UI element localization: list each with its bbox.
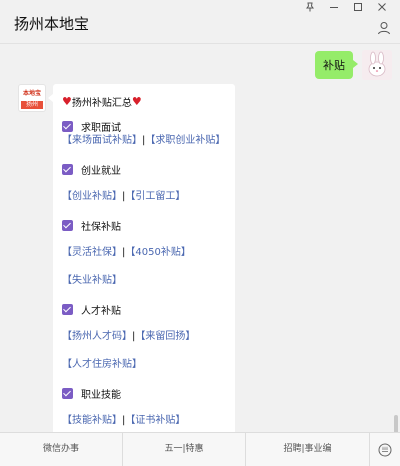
keyboard-icon[interactable] bbox=[370, 433, 400, 466]
section-vocational-skills: 职业技能 【技能补贴】|【证书补贴】 bbox=[62, 386, 185, 428]
menu-item-recruitment[interactable]: 招聘|事业编 bbox=[246, 433, 370, 466]
window-controls bbox=[298, 2, 394, 16]
close-icon[interactable] bbox=[370, 2, 394, 16]
title-bar: 扬州本地宝 bbox=[0, 0, 400, 44]
link-skill-subsidy[interactable]: 【技能补贴】 bbox=[62, 415, 122, 426]
checkbox-icon bbox=[62, 219, 73, 231]
menu-item-may-day-deals[interactable]: 五一|特惠 bbox=[123, 433, 246, 466]
section-title: 职业技能 bbox=[62, 386, 185, 401]
link-startup-subsidy[interactable]: 【创业补贴】 bbox=[62, 191, 122, 202]
link-talent-code[interactable]: 【扬州人才码】 bbox=[62, 331, 132, 342]
section-title: 社保补贴 bbox=[62, 218, 191, 233]
link-line: 【来场面试补贴】|【求职创业补贴】 bbox=[62, 134, 225, 148]
link-talent-housing-subsidy[interactable]: 【人才住房补贴】 bbox=[62, 359, 142, 370]
pin-icon[interactable] bbox=[298, 2, 322, 16]
link-line: 【扬州人才码】|【来留回扬】 bbox=[62, 330, 195, 344]
section-title-text: 人才补贴 bbox=[81, 305, 121, 317]
link-flexible-insurance[interactable]: 【灵活社保】 bbox=[62, 247, 122, 258]
checkbox-icon bbox=[62, 387, 73, 399]
link-interview-subsidy[interactable]: 【来场面试补贴】 bbox=[62, 135, 142, 146]
minimize-icon[interactable] bbox=[322, 2, 346, 16]
section-entrepreneurship: 创业就业 【创业补贴】|【引工留工】 bbox=[62, 162, 185, 204]
link-line: 【人才住房补贴】 bbox=[62, 358, 195, 372]
section-title-text: 创业就业 bbox=[81, 165, 121, 177]
link-job-startup-subsidy[interactable]: 【求职创业补贴】 bbox=[145, 135, 225, 146]
checkbox-icon bbox=[62, 120, 73, 132]
checkbox-icon bbox=[62, 163, 73, 175]
avatar-city-text: 扬州 bbox=[21, 101, 43, 109]
section-title: 创业就业 bbox=[62, 162, 185, 177]
menu-item-wechat-services[interactable]: 微信办事 bbox=[0, 433, 123, 466]
message-heading: ♥ 扬州补贴汇总 ♥ bbox=[62, 93, 226, 109]
incoming-message-bubble[interactable]: ♥ 扬州补贴汇总 ♥ 求职面试 【来场面试补贴】|【求职创业补贴】 创业就业 【… bbox=[48, 84, 235, 432]
section-title: 人才补贴 bbox=[62, 302, 195, 317]
contact-info-icon[interactable] bbox=[376, 20, 392, 36]
outgoing-message-row: 补贴 bbox=[315, 50, 392, 80]
link-4050-subsidy[interactable]: 【4050补贴】 bbox=[125, 247, 190, 258]
link-line: 【失业补贴】 bbox=[62, 274, 191, 288]
link-certificate-subsidy[interactable]: 【证书补贴】 bbox=[125, 415, 185, 426]
heart-icon: ♥ bbox=[131, 94, 142, 108]
section-title-text: 社保补贴 bbox=[81, 221, 121, 233]
heading-text: 扬州补贴汇总 bbox=[71, 97, 132, 109]
link-return-yangzhou[interactable]: 【来留回扬】 bbox=[135, 331, 195, 342]
heart-icon: ♥ bbox=[62, 94, 72, 108]
link-unemployment-subsidy[interactable]: 【失业补贴】 bbox=[62, 275, 122, 286]
link-recruit-retain[interactable]: 【引工留工】 bbox=[125, 191, 185, 202]
section-talent: 人才补贴 【扬州人才码】|【来留回扬】 【人才住房补贴】 bbox=[62, 302, 195, 372]
checkbox-icon bbox=[62, 303, 73, 315]
section-job-interview: 求职面试 【来场面试补贴】|【求职创业补贴】 bbox=[62, 119, 225, 148]
section-title: 求职面试 bbox=[62, 119, 225, 134]
section-social-insurance: 社保补贴 【灵活社保】|【4050补贴】 【失业补贴】 bbox=[62, 218, 191, 288]
chat-area[interactable]: 补贴 本地宝 扬州 ♥ 扬州补贴汇总 ♥ 求职面试 【来场面试补贴】|【求职创业… bbox=[0, 45, 400, 432]
chat-title: 扬州本地宝 bbox=[14, 15, 90, 33]
section-title-text: 求职面试 bbox=[81, 122, 121, 134]
link-line: 【灵活社保】|【4050补贴】 bbox=[62, 246, 191, 260]
section-title-text: 职业技能 bbox=[81, 389, 121, 401]
avatar-logo-text: 本地宝 bbox=[22, 90, 41, 97]
service-menu-bar: 微信办事 五一|特惠 招聘|事业编 bbox=[0, 432, 400, 466]
self-avatar[interactable] bbox=[362, 50, 392, 80]
maximize-icon[interactable] bbox=[346, 2, 370, 16]
chat-scrollbar[interactable] bbox=[394, 415, 398, 432]
outgoing-message-bubble[interactable]: 补贴 bbox=[315, 51, 358, 79]
link-line: 【创业补贴】|【引工留工】 bbox=[62, 190, 185, 204]
bot-avatar[interactable]: 本地宝 扬州 bbox=[18, 84, 46, 112]
link-line: 【技能补贴】|【证书补贴】 bbox=[62, 414, 185, 428]
